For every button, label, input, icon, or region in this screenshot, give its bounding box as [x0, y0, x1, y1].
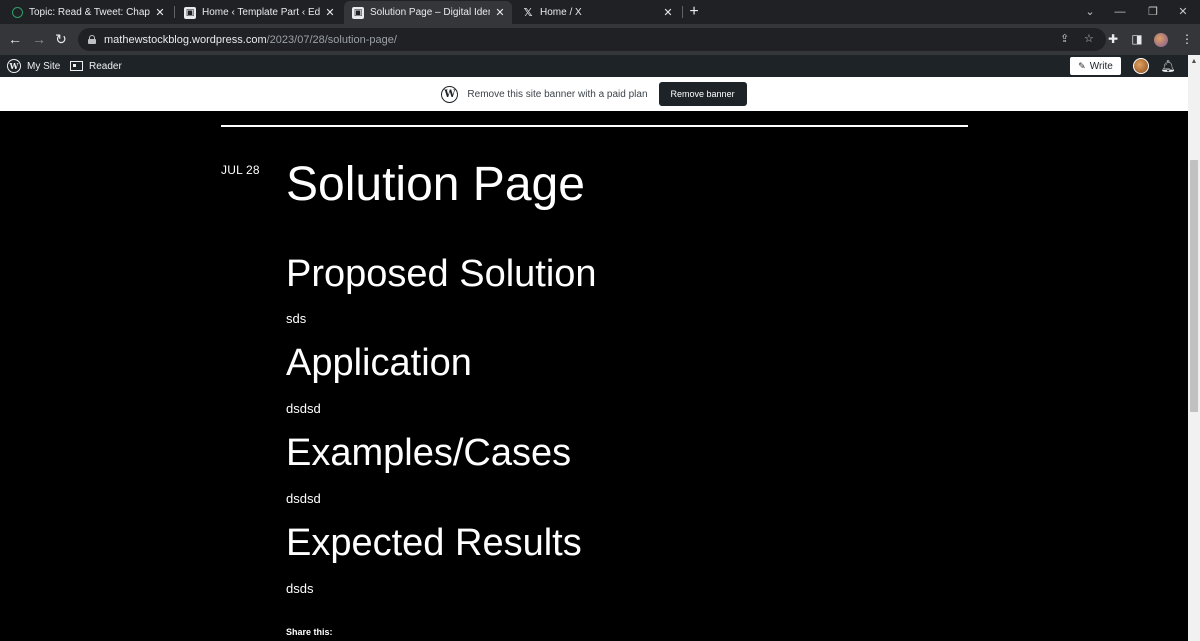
restore-icon[interactable]: ❐	[1138, 0, 1168, 24]
remove-banner-button[interactable]: Remove banner	[658, 82, 747, 106]
share-label: Share this:	[286, 627, 333, 637]
browser-tab-1[interactable]: Topic: Read & Tweet: Chapter 12 ✕	[4, 1, 172, 24]
browser-tab-2[interactable]: ▣ Home ‹ Template Part ‹ Editor ‹ Digita…	[176, 1, 342, 24]
post-date: JUL 28	[221, 163, 260, 177]
lock-icon	[88, 35, 96, 44]
extensions-icon[interactable]: ✚	[1102, 28, 1124, 50]
wordpress-logo-icon: W	[441, 85, 459, 103]
pencil-icon: ✎	[1078, 60, 1086, 71]
browser-tab-strip: Topic: Read & Tweet: Chapter 12 ✕ ▣ Home…	[0, 0, 1200, 24]
section-body: sds	[286, 311, 307, 326]
x-icon: 𝕏	[523, 7, 533, 19]
tab-title: Solution Page – Digital Identity Journal	[370, 7, 490, 18]
scroll-up-icon[interactable]: ▲	[1188, 57, 1200, 67]
browser-toolbar: ← → ↻ mathewstockblog.wordpress.com/2023…	[0, 24, 1200, 55]
header-divider	[221, 125, 968, 127]
address-bar[interactable]: mathewstockblog.wordpress.com/2023/07/28…	[78, 28, 1106, 51]
section-heading: Expected Results	[286, 522, 582, 564]
minimize-icon[interactable]: —	[1105, 0, 1135, 24]
close-icon[interactable]: ✕	[324, 6, 336, 19]
reload-icon[interactable]: ↻	[50, 28, 72, 50]
site-banner: W Remove this site banner with a paid pl…	[0, 77, 1188, 111]
browser-tab-3[interactable]: ▣ Solution Page – Digital Identity Journ…	[344, 1, 512, 24]
tab-title: Home ‹ Template Part ‹ Editor ‹ Digital	[202, 7, 320, 18]
my-site-link[interactable]: W My Site	[7, 55, 60, 77]
banner-text: Remove this site banner with a paid plan	[467, 88, 648, 100]
bookmark-star-icon[interactable]: ☆	[1084, 28, 1094, 51]
url-host: mathewstockblog.wordpress.com	[104, 33, 267, 46]
section-heading: Application	[286, 342, 472, 384]
wordpress-icon: ▣	[184, 6, 196, 19]
notifications-icon[interactable]: 🔔︎	[1160, 58, 1176, 74]
wordpress-logo-icon: W	[7, 59, 21, 73]
forward-icon[interactable]: →	[28, 28, 50, 50]
share-icon[interactable]: ⇪	[1060, 28, 1069, 51]
section-body: dsdsd	[286, 491, 321, 506]
back-icon[interactable]: ←	[4, 28, 26, 50]
write-label: Write	[1089, 60, 1113, 72]
side-panel-icon[interactable]: ◨	[1126, 28, 1148, 50]
globe-icon	[12, 7, 23, 18]
wordpress-icon: ▣	[352, 6, 364, 19]
tab-title: Home / X	[540, 7, 582, 18]
scrollbar-thumb[interactable]	[1190, 160, 1198, 412]
profile-avatar-icon[interactable]	[1150, 28, 1172, 50]
reader-link[interactable]: Reader	[70, 55, 122, 77]
tab-separator	[682, 6, 683, 18]
close-icon[interactable]: ✕	[494, 6, 506, 19]
url-path: /2023/07/28/solution-page/	[266, 33, 397, 46]
tab-search-icon[interactable]: ⌄	[1075, 0, 1105, 24]
wp-admin-bar: W My Site Reader ✎ Write 🔔︎	[0, 55, 1200, 77]
browser-tab-4[interactable]: 𝕏 Home / X ✕	[514, 1, 680, 24]
reader-icon	[70, 61, 83, 71]
new-tab-icon[interactable]: +	[684, 2, 704, 22]
close-icon[interactable]: ✕	[154, 6, 166, 19]
my-site-label: My Site	[27, 60, 61, 72]
tab-title: Topic: Read & Tweet: Chapter 12	[29, 7, 150, 18]
page-title: Solution Page	[286, 158, 585, 211]
section-body: dsdsd	[286, 401, 321, 416]
reader-label: Reader	[89, 60, 122, 72]
section-heading: Proposed Solution	[286, 253, 597, 295]
close-icon[interactable]: ✕	[662, 6, 674, 19]
browser-menu-icon[interactable]: ⋮	[1176, 28, 1198, 50]
write-button[interactable]: ✎ Write	[1070, 57, 1121, 75]
post-content: JUL 28 Solution Page Proposed Solution s…	[0, 111, 1188, 641]
tab-separator	[174, 6, 175, 18]
section-body: dsds	[286, 581, 314, 596]
close-window-icon[interactable]: ✕	[1168, 0, 1198, 24]
section-heading: Examples/Cases	[286, 432, 572, 474]
user-avatar[interactable]	[1133, 58, 1149, 74]
